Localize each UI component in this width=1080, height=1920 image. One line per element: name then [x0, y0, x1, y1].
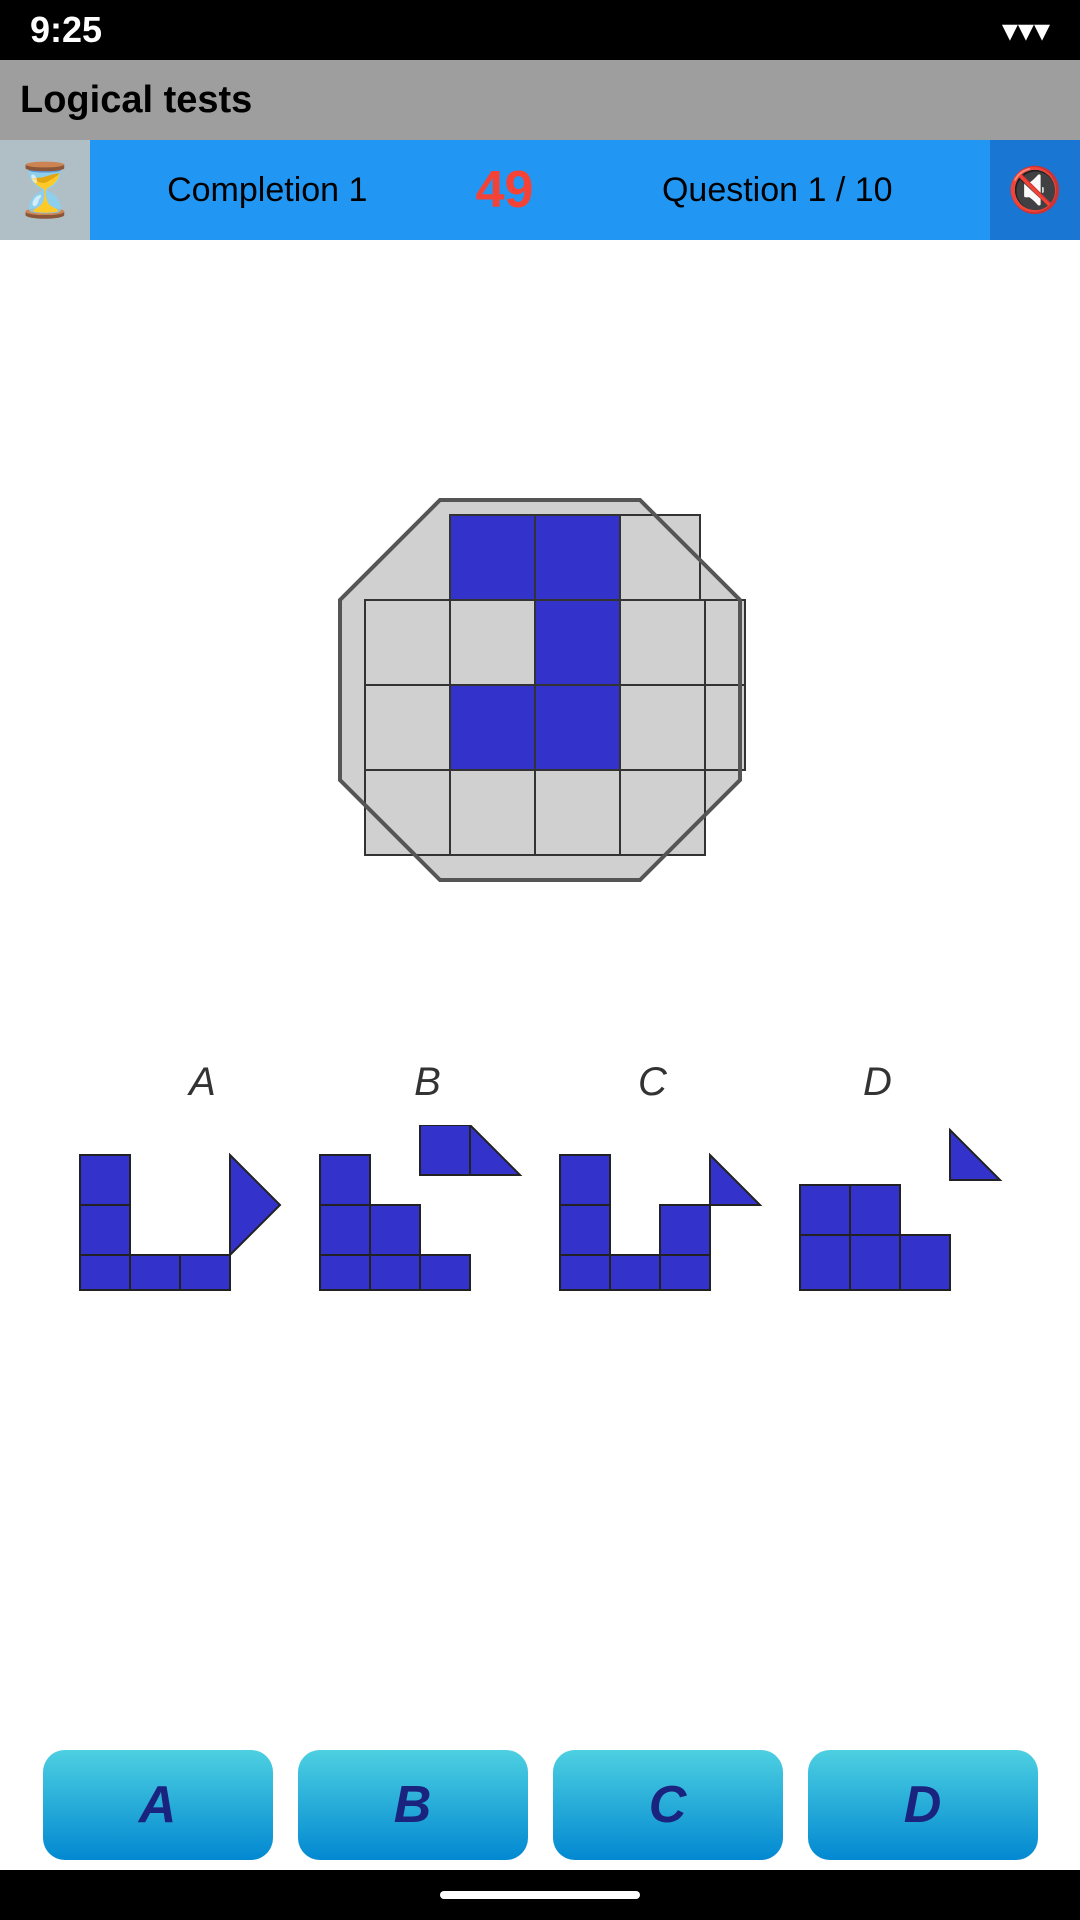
answer-button-d[interactable]: D	[808, 1750, 1038, 1860]
timer-value: 49	[445, 160, 565, 220]
wifi-icon: ▾▾▾	[1002, 11, 1050, 49]
option-a-image	[75, 1125, 285, 1295]
nav-bar	[0, 1870, 1080, 1920]
bottom-buttons: A B C D	[0, 1750, 1080, 1860]
nav-indicator	[440, 1891, 640, 1899]
completion-label: Completion 1	[90, 171, 445, 210]
label-a: A	[103, 1060, 303, 1105]
label-b: B	[328, 1060, 528, 1105]
answer-button-b[interactable]: B	[298, 1750, 528, 1860]
app-title: Logical tests	[20, 79, 252, 122]
app-title-bar: Logical tests	[0, 60, 1080, 140]
answer-button-c[interactable]: C	[553, 1750, 783, 1860]
status-bar: 9:25 ▾▾▾	[0, 0, 1080, 60]
label-d: D	[778, 1060, 978, 1105]
option-c-image	[555, 1125, 765, 1295]
header-row: ⏳ Completion 1 49 Question 1 / 10 🔇	[0, 140, 1080, 240]
answer-images-row	[60, 1125, 1020, 1295]
puzzle-area: A B C D	[0, 240, 1080, 1295]
answer-labels-row: A B C D	[90, 1060, 990, 1105]
sound-icon[interactable]: 🔇	[990, 140, 1080, 240]
puzzle-image	[290, 440, 790, 940]
option-b-image	[315, 1125, 525, 1295]
answer-options: A B C D	[0, 1060, 1080, 1295]
status-time: 9:25	[30, 9, 102, 51]
answer-button-a[interactable]: A	[43, 1750, 273, 1860]
question-label: Question 1 / 10	[565, 171, 990, 210]
hourglass-icon: ⏳	[0, 140, 90, 240]
label-c: C	[553, 1060, 753, 1105]
option-d-image	[795, 1125, 1005, 1295]
